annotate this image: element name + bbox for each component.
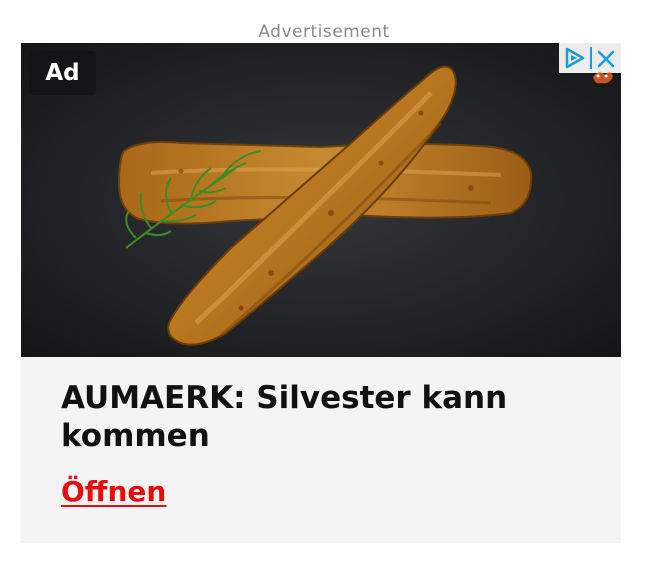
ad-badge: Ad — [29, 51, 96, 95]
ad-headline[interactable]: AUMAERK: Silvester kann kommen — [61, 379, 591, 455]
advertisement-label: Advertisement — [258, 22, 390, 42]
open-link[interactable]: Öffnen — [61, 475, 166, 509]
adchoices-divider — [590, 47, 592, 69]
brand-mark-icon — [593, 72, 613, 84]
adchoices-box[interactable] — [559, 43, 621, 84]
ad-image[interactable]: Ad — [21, 43, 621, 357]
ad-card[interactable]: Ad AUMAERK: Silvester kann kommen Öffnen — [21, 43, 621, 543]
fried-fish-illustration — [117, 65, 533, 346]
adchoices-icon[interactable] — [562, 46, 588, 70]
